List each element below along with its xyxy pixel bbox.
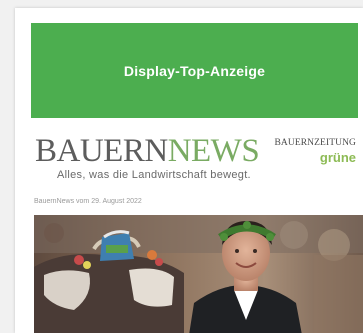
top-ad-banner[interactable]: Display-Top-Anzeige [31,23,358,118]
partner-logo-top: BAUERNZEITUNG [274,138,356,148]
bauernnews-logo[interactable]: BAUERNNEWS Alles, was die Landwirtschaft… [35,133,260,182]
logo-tagline: Alles, was die Landwirtschaft bewegt. [57,169,251,181]
ad-label: Display-Top-Anzeige [123,62,266,79]
logo-part2: NEWS [167,133,260,169]
newsletter-dateline: BauernNews vom 29. August 2022 [34,198,142,205]
partner-logo-bottom: grüne [319,150,356,165]
hero-photo-image [34,215,363,333]
newsletter-card: Display-Top-Anzeige BAUERNNEWS Alles, wa… [15,8,363,333]
logo-part1: BAUERN [35,133,168,169]
partner-logo[interactable]: BAUERNZEITUNG grüne [274,138,356,165]
logo-wordmark: BAUERNNEWS [35,133,260,169]
hero-photo[interactable] [34,215,363,333]
